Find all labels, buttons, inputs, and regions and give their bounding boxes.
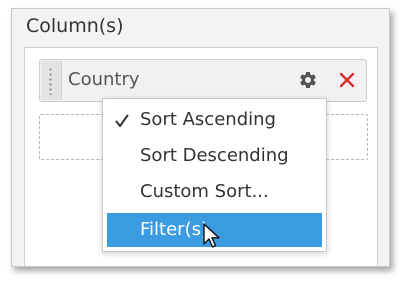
menu-item-custom-sort[interactable]: Custom Sort... [107,175,322,209]
menu-item-label: Sort Ascending [140,109,276,130]
section-title: Column(s) [26,15,124,37]
gear-icon [300,71,316,88]
field-remove-button[interactable] [336,69,358,91]
menu-item-label: Custom Sort... [140,181,269,202]
menu-item-label: Sort Descending [140,145,289,166]
checkmark-icon [115,114,129,127]
drag-handle[interactable] [41,61,62,100]
menu-item-label: Filter(s) [140,219,209,240]
menu-item-sort-descending[interactable]: Sort Descending [107,139,322,173]
menu-item-sort-ascending[interactable]: Sort Ascending [107,103,322,137]
mouse-cursor-icon [203,223,220,248]
field-settings-button[interactable] [297,69,319,91]
field-label: Country [68,69,140,90]
close-icon [339,72,355,88]
grip-dots-icon [49,67,52,95]
field-pill-country[interactable]: Country [39,59,367,102]
